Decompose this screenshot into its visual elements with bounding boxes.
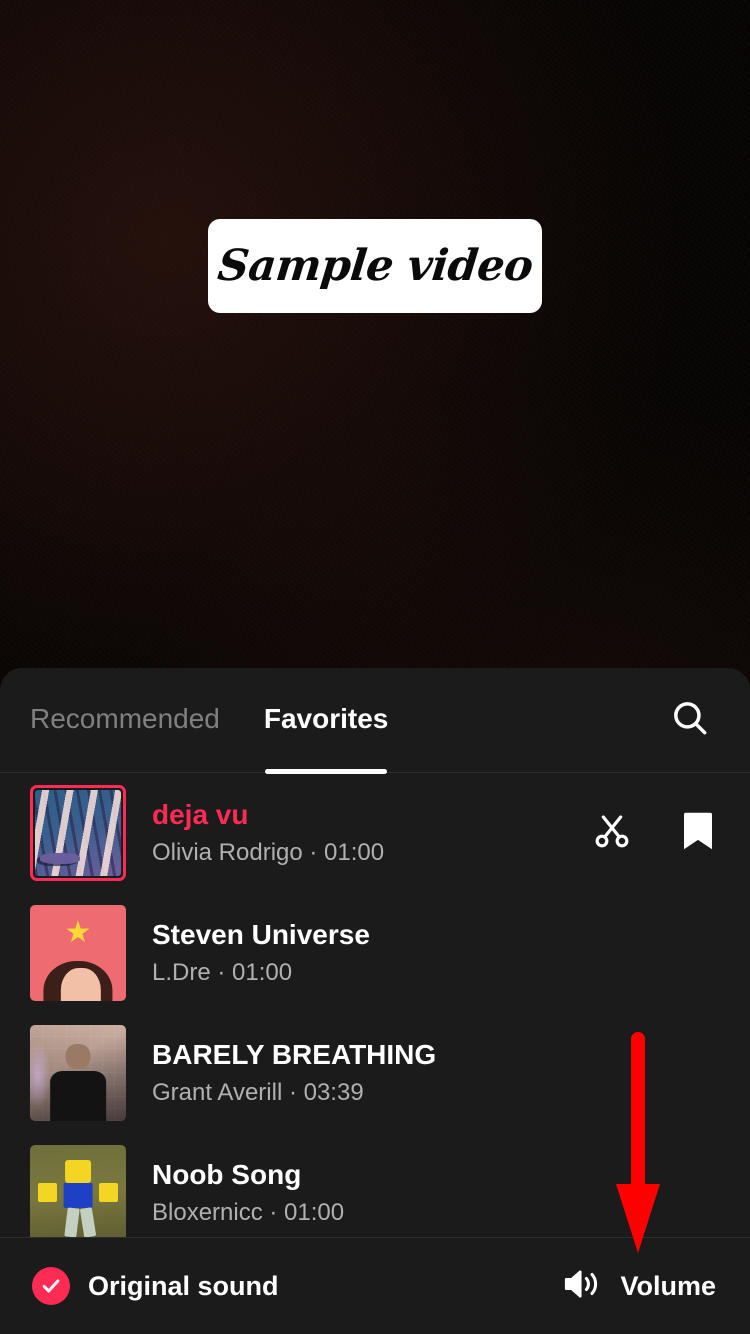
song-thumbnail[interactable]: ★	[30, 905, 126, 1001]
head-shape	[65, 1160, 91, 1184]
torso-shape	[63, 1183, 93, 1209]
arm-right-shape	[99, 1183, 119, 1202]
song-meta: Noob Song Bloxernicc · 01:00	[152, 1157, 720, 1229]
search-button[interactable]	[662, 692, 718, 748]
body-shape	[50, 1071, 106, 1121]
song-title: deja vu	[152, 799, 249, 831]
video-caption-text: Sample video	[215, 241, 535, 291]
song-thumbnail[interactable]	[30, 1145, 126, 1238]
table-row[interactable]: BARELY BREATHING Grant Averill · 03:39	[0, 1013, 750, 1133]
music-tabbar: Recommended Favorites	[0, 668, 750, 772]
table-row[interactable]: deja vu Olivia Rodrigo · 01:00	[0, 773, 750, 893]
speaker-waves-icon	[562, 1266, 604, 1307]
trim-sound-button[interactable]	[590, 811, 634, 855]
tab-recommended[interactable]: Recommended	[30, 703, 220, 737]
song-title: BARELY BREATHING	[152, 1039, 437, 1071]
album-art-barely-breathing	[30, 1025, 126, 1121]
song-thumbnail[interactable]	[30, 785, 126, 881]
table-row[interactable]: Noob Song Bloxernicc · 01:00	[0, 1133, 750, 1238]
song-meta: Steven Universe L.Dre · 01:00	[152, 917, 720, 989]
song-subtitle: Olivia Rodrigo · 01:00	[152, 838, 385, 866]
original-sound-toggle[interactable]: Original sound	[32, 1267, 279, 1305]
album-art-steven: ★	[30, 905, 126, 1001]
song-meta: deja vu Olivia Rodrigo · 01:00	[152, 797, 572, 869]
album-art-dejavu	[35, 790, 121, 876]
song-title: Noob Song	[152, 1159, 302, 1191]
check-circle-icon	[32, 1267, 70, 1305]
song-list[interactable]: deja vu Olivia Rodrigo · 01:00 ★ Steven …	[0, 773, 750, 1238]
song-subtitle: Bloxernicc · 01:00	[152, 1198, 345, 1226]
head-shape	[65, 1044, 91, 1070]
face-shape	[60, 968, 102, 1001]
song-title: Steven Universe	[152, 919, 370, 951]
bookmark-button[interactable]	[676, 811, 720, 855]
song-subtitle: Grant Averill · 03:39	[152, 1078, 364, 1106]
original-sound-label: Original sound	[88, 1270, 279, 1301]
song-subtitle: L.Dre · 01:00	[152, 958, 293, 986]
app-screen: Sample video Recommended Favorites deja …	[0, 0, 750, 1334]
table-row[interactable]: ★ Steven Universe L.Dre · 01:00	[0, 893, 750, 1013]
video-caption-sticker[interactable]: Sample video	[208, 219, 542, 313]
arm-left-shape	[37, 1183, 57, 1202]
leg-right-shape	[79, 1207, 96, 1238]
song-meta: BARELY BREATHING Grant Averill · 03:39	[152, 1037, 720, 1109]
album-art-noob-song	[30, 1145, 126, 1238]
row-actions	[590, 811, 720, 855]
search-icon	[669, 697, 711, 744]
light-glow	[30, 1042, 52, 1110]
volume-label: Volume	[620, 1270, 716, 1301]
music-picker-sheet: Recommended Favorites deja vu Olivia Rod…	[0, 668, 750, 1334]
volume-button[interactable]: Volume	[562, 1266, 716, 1307]
leg-left-shape	[64, 1207, 80, 1238]
song-thumbnail[interactable]	[30, 1025, 126, 1121]
tab-favorites[interactable]: Favorites	[264, 703, 389, 737]
bookmark-icon	[681, 810, 715, 857]
star-shape: ★	[64, 916, 92, 950]
scissors-icon	[592, 811, 632, 856]
bottom-toolbar: Original sound Volume	[0, 1238, 750, 1334]
